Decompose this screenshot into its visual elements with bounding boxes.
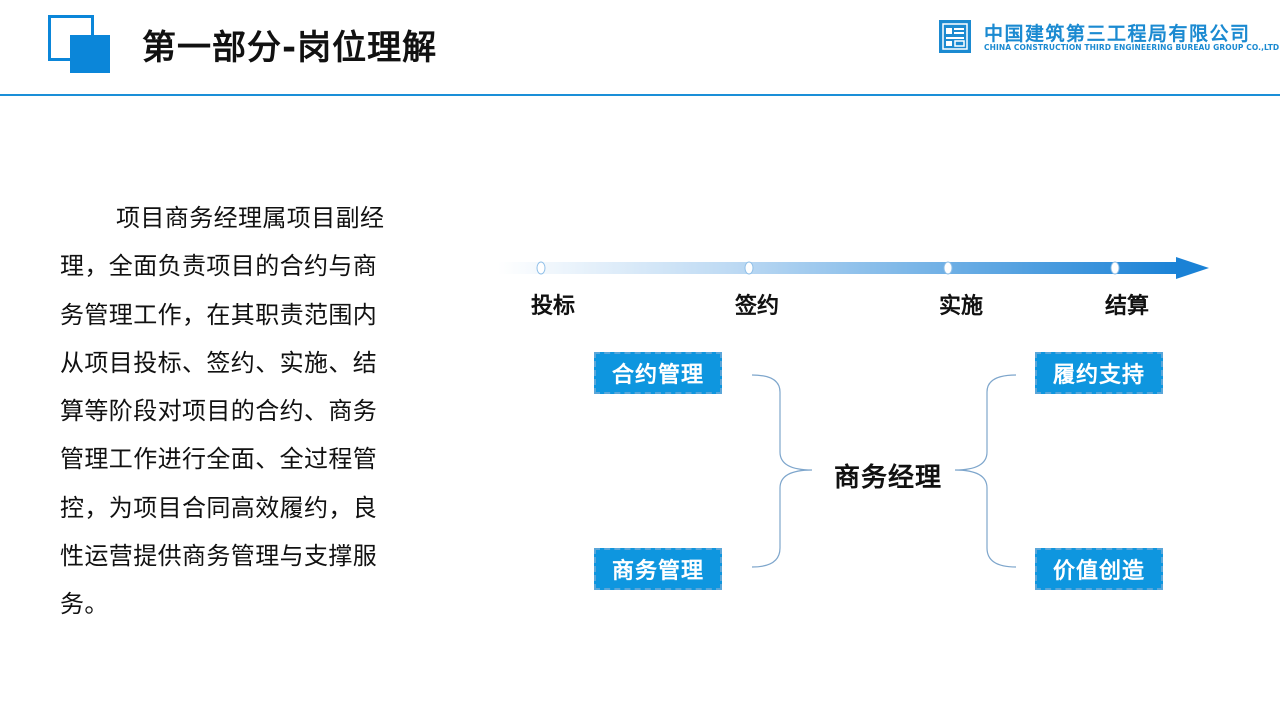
box-business-management: 商务管理 — [594, 548, 722, 590]
timeline-label-implementation: 实施 — [938, 294, 984, 319]
right-bracket — [954, 374, 1017, 568]
timeline-label-settlement: 结算 — [1104, 294, 1150, 319]
timeline-label-bidding: 投标 — [530, 294, 576, 319]
timeline-node-4 — [1110, 261, 1120, 275]
timeline-label-signing: 签约 — [734, 294, 780, 319]
left-bracket — [751, 374, 813, 568]
box-contract-management: 合约管理 — [594, 352, 722, 394]
timeline-bar — [498, 262, 1178, 274]
timeline-arrowhead — [1176, 257, 1209, 279]
box-value-creation: 价值创造 — [1035, 548, 1163, 590]
timeline-node-1 — [536, 261, 546, 275]
box-performance-support: 履约支持 — [1035, 352, 1163, 394]
timeline-node-3 — [943, 261, 953, 275]
center-role-label: 商务经理 — [834, 463, 943, 493]
timeline-node-2 — [744, 261, 754, 275]
